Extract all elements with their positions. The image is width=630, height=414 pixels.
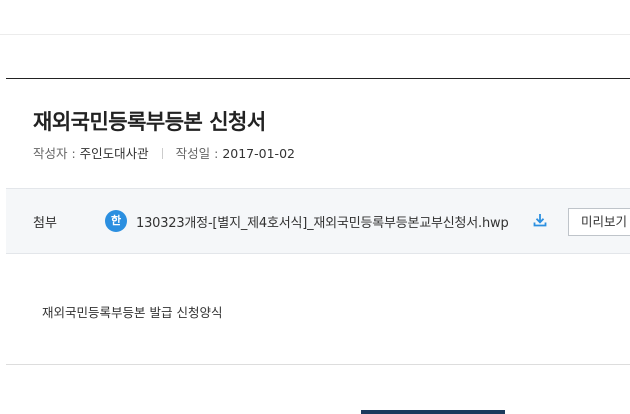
meta-separator bbox=[161, 148, 163, 159]
hwp-file-icon: 한 bbox=[105, 210, 127, 232]
attachment-label: 첨부 bbox=[33, 216, 57, 231]
post-content: 재외국민등록부등본 발급 신청양식 bbox=[42, 305, 223, 320]
author-label: 작성자 : bbox=[33, 146, 80, 161]
author-value: 주인도대사관 bbox=[79, 146, 149, 161]
content-bottom-border bbox=[6, 364, 630, 365]
download-icon[interactable] bbox=[532, 212, 548, 228]
attachment-file-link[interactable]: 130323개정-[별지_제4호서식]_재외국민등록부등본교부신청서.hwp bbox=[136, 212, 509, 231]
list-button[interactable] bbox=[361, 410, 505, 414]
attachment-bar: 첨부 한 130323개정-[별지_제4호서식]_재외국민등록부등본교부신청서.… bbox=[6, 188, 630, 254]
date-label: 작성일 : bbox=[175, 146, 223, 161]
post-title: 재외국민등록부등본 신청서 bbox=[33, 110, 266, 134]
page: 재외국민등록부등본 신청서 작성자 : 주인도대사관 작성일 : 2017-01… bbox=[0, 0, 630, 414]
post-meta: 작성자 : 주인도대사관 작성일 : 2017-01-02 bbox=[33, 143, 295, 162]
preview-button[interactable]: 미리보기 bbox=[568, 208, 630, 236]
date-value: 2017-01-02 bbox=[222, 146, 295, 161]
top-divider bbox=[0, 34, 630, 35]
board-top-border bbox=[6, 78, 630, 79]
